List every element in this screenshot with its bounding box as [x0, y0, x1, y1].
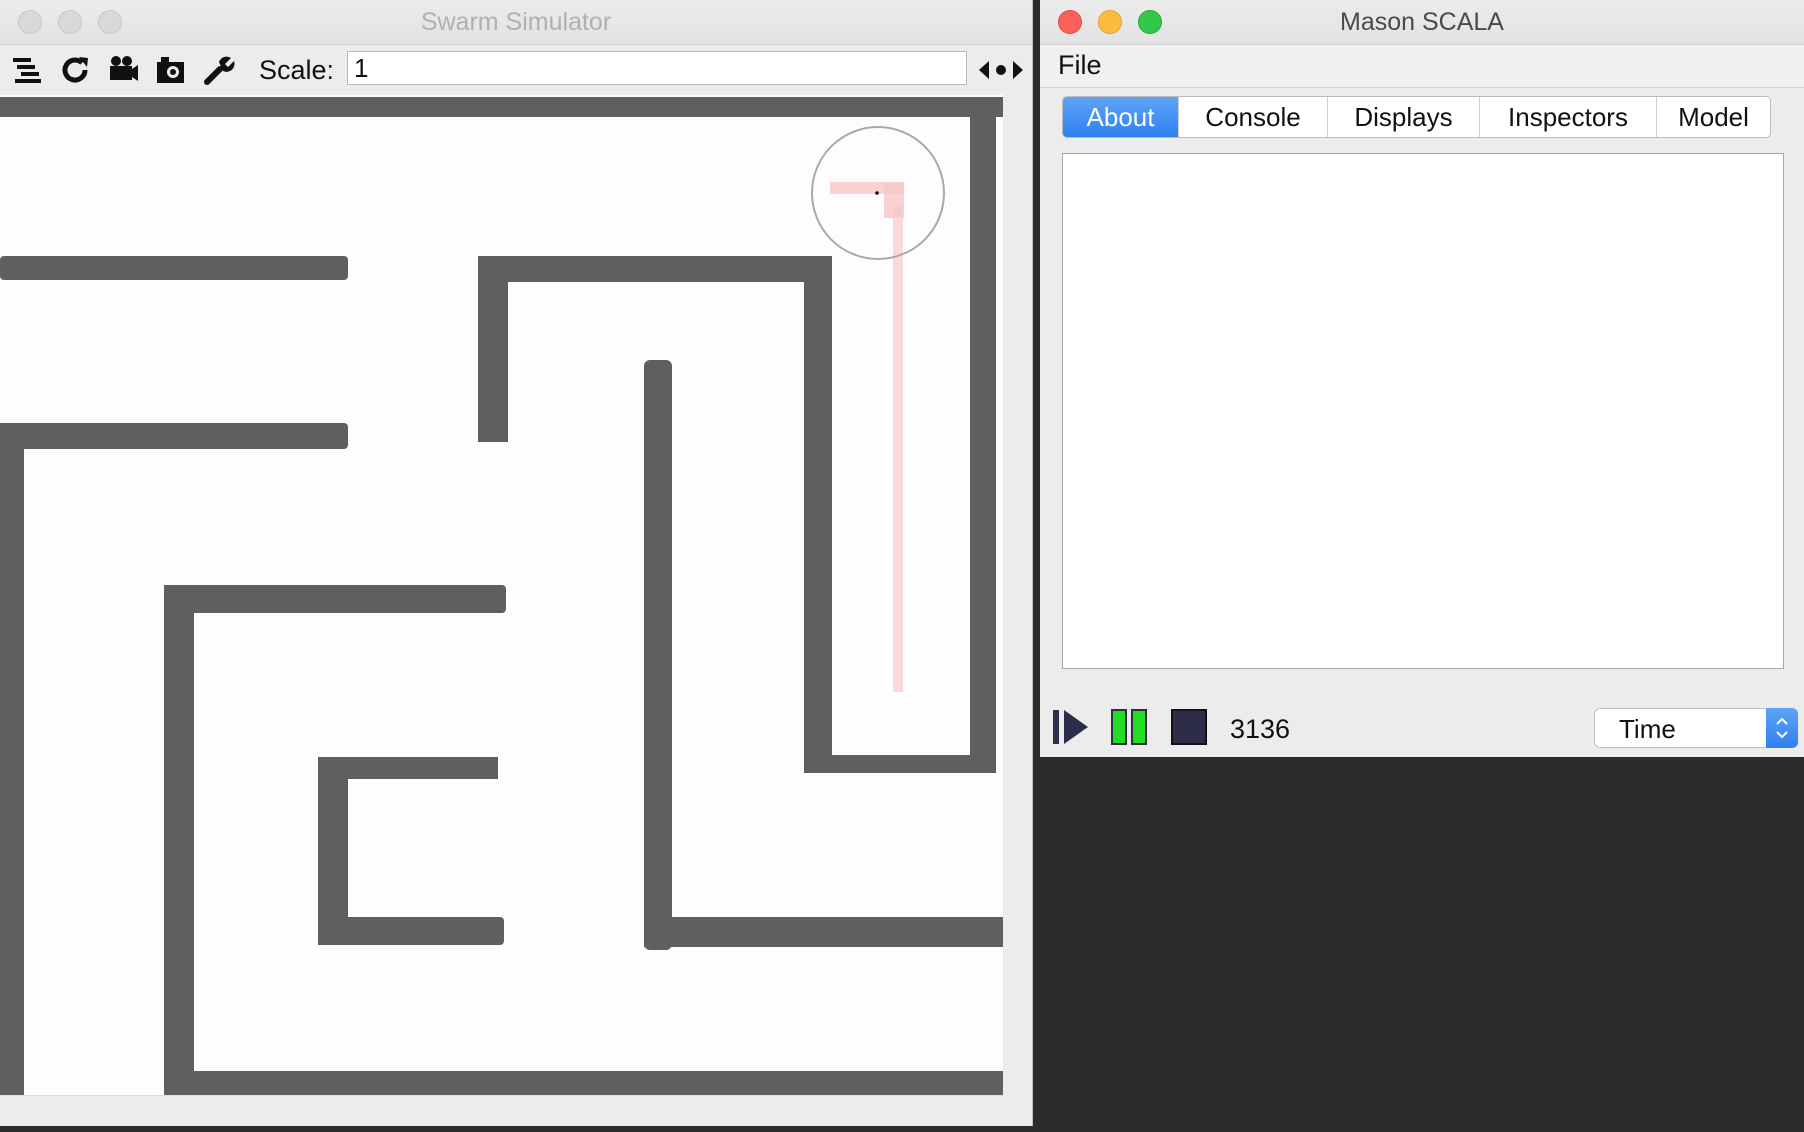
chevron-up-down-icon — [1766, 708, 1798, 748]
options-arrows-icon[interactable] — [976, 53, 1026, 87]
vertical-scrollbar[interactable] — [1003, 95, 1031, 1125]
time-select[interactable]: Time — [1594, 708, 1798, 748]
menu-file[interactable]: File — [1058, 50, 1102, 81]
sim-titlebar: Swarm Simulator — [0, 0, 1032, 45]
tab-about[interactable]: About — [1063, 97, 1179, 137]
simulation-controls: 3136 Time — [1050, 708, 1804, 748]
about-panel — [1062, 153, 1784, 669]
scale-input[interactable] — [347, 51, 967, 85]
mason-titlebar: Mason SCALA — [1040, 0, 1804, 45]
movie-camera-icon[interactable] — [106, 53, 140, 87]
layers-icon[interactable] — [10, 53, 44, 87]
pause-icon[interactable] — [1110, 708, 1148, 746]
window-title: Mason SCALA — [1340, 8, 1504, 36]
tab-inspectors[interactable]: Inspectors — [1480, 97, 1657, 137]
sim-toolbar: Scale: — [0, 45, 1032, 93]
horizontal-scrollbar[interactable] — [0, 1095, 1003, 1124]
refresh-icon[interactable] — [58, 53, 92, 87]
time-select-value: Time — [1619, 714, 1676, 744]
snapshot-camera-icon[interactable] — [154, 53, 188, 87]
wrench-icon[interactable] — [202, 53, 236, 87]
mason-console-window: Mason SCALA File About Console Displays … — [1040, 0, 1804, 757]
window-title: Swarm Simulator — [420, 8, 612, 36]
menu-bar: File — [1040, 45, 1804, 88]
maze-walls — [0, 97, 1003, 1095]
tab-model[interactable]: Model — [1657, 97, 1770, 137]
swarm-simulator-window: Swarm Simulator Scale: — [0, 0, 1033, 1126]
step-play-icon[interactable] — [1050, 708, 1090, 746]
agent-marker — [875, 191, 879, 195]
stop-icon[interactable] — [1170, 708, 1208, 746]
console-tabs: About Console Displays Inspectors Model — [1062, 96, 1771, 138]
step-counter: 3136 — [1230, 714, 1291, 744]
tab-displays[interactable]: Displays — [1328, 97, 1480, 137]
scale-label: Scale: — [259, 55, 335, 85]
simulation-canvas[interactable] — [0, 95, 1003, 1095]
maze-display — [0, 97, 1003, 1095]
tab-console[interactable]: Console — [1179, 97, 1328, 137]
